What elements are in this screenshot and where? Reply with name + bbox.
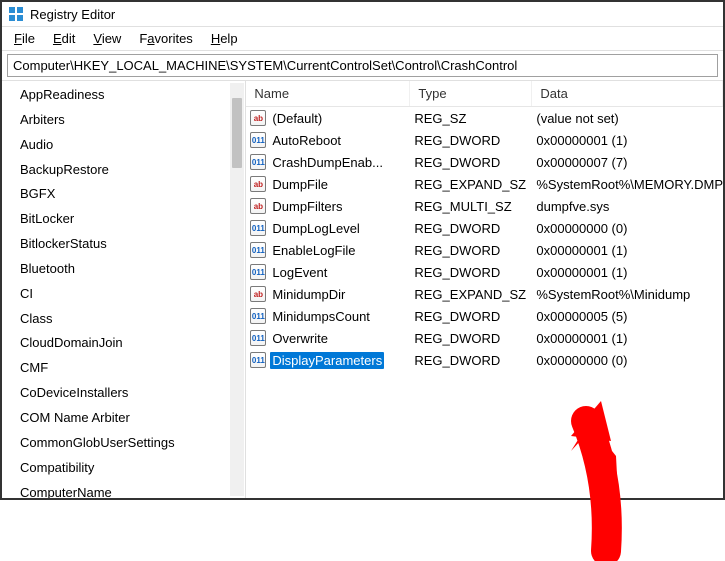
list-row[interactable]: ab(Default) REG_SZ(value not set) (246, 107, 723, 129)
value-name: Overwrite (270, 330, 330, 347)
tree-item[interactable]: ComputerName (2, 481, 245, 499)
value-name: DumpLogLevel (270, 220, 361, 237)
value-data: %SystemRoot%\Minidump (532, 287, 723, 302)
tree-item[interactable]: BGFX (2, 182, 245, 207)
tree-view[interactable]: AppReadinessArbitersAudioBackupRestoreBG… (2, 81, 246, 498)
binary-value-icon: 011 (250, 264, 266, 280)
string-value-icon: ab (250, 110, 266, 126)
list-row[interactable]: 011Overwrite REG_DWORD0x00000001 (1) (246, 327, 723, 349)
value-data: 0x00000001 (1) (532, 331, 723, 346)
value-type: REG_DWORD (410, 133, 532, 148)
binary-value-icon: 011 (250, 220, 266, 236)
list-row[interactable]: 011DisplayParameters REG_DWORD0x00000000 … (246, 349, 723, 371)
binary-value-icon: 011 (250, 330, 266, 346)
menubar: File Edit View Favorites Help (2, 27, 723, 50)
tree-item[interactable]: BackupRestore (2, 158, 245, 183)
tree-item[interactable]: COM Name Arbiter (2, 406, 245, 431)
value-type: REG_DWORD (410, 265, 532, 280)
tree-item[interactable]: CMF (2, 356, 245, 381)
value-name: DumpFilters (270, 198, 344, 215)
list-row[interactable]: abDumpFile REG_EXPAND_SZ%SystemRoot%\MEMO… (246, 173, 723, 195)
tree-item[interactable]: CloudDomainJoin (2, 331, 245, 356)
value-type: REG_DWORD (410, 353, 532, 368)
address-input[interactable] (7, 54, 718, 77)
binary-value-icon: 011 (250, 242, 266, 258)
tree-item[interactable]: AppReadiness (2, 83, 245, 108)
titlebar: Registry Editor (2, 2, 723, 27)
value-data: 0x00000001 (1) (532, 265, 723, 280)
value-data: (value not set) (532, 111, 723, 126)
list-row[interactable]: 011LogEvent REG_DWORD0x00000001 (1) (246, 261, 723, 283)
tree-item[interactable]: BitLocker (2, 207, 245, 232)
list-row[interactable]: 011CrashDumpEnab... REG_DWORD0x00000007 (… (246, 151, 723, 173)
binary-value-icon: 011 (250, 352, 266, 368)
list-row[interactable]: 011DumpLogLevel REG_DWORD0x00000000 (0) (246, 217, 723, 239)
column-header-data[interactable]: Data (532, 81, 723, 106)
list-row[interactable]: 011EnableLogFile REG_DWORD0x00000001 (1) (246, 239, 723, 261)
value-name: MinidumpsCount (270, 308, 372, 325)
value-type: REG_DWORD (410, 221, 532, 236)
list-row[interactable]: abDumpFilters REG_MULTI_SZdumpfve.sys (246, 195, 723, 217)
value-data: 0x00000000 (0) (532, 353, 723, 368)
list-row[interactable]: 011MinidumpsCount REG_DWORD0x00000005 (5) (246, 305, 723, 327)
list-body[interactable]: ab(Default)REG_SZ(value not set)011AutoR… (246, 107, 723, 498)
main-split: AppReadinessArbitersAudioBackupRestoreBG… (2, 81, 723, 498)
window-title: Registry Editor (30, 7, 115, 22)
tree-item[interactable]: Compatibility (2, 456, 245, 481)
value-type: REG_DWORD (410, 155, 532, 170)
tree-scrollbar[interactable] (230, 83, 244, 496)
string-value-icon: ab (250, 286, 266, 302)
binary-value-icon: 011 (250, 308, 266, 324)
value-name: EnableLogFile (270, 242, 357, 259)
value-name: (Default) (270, 110, 324, 127)
value-data: 0x00000007 (7) (532, 155, 723, 170)
addressbar (2, 50, 723, 81)
value-type: REG_EXPAND_SZ (410, 177, 532, 192)
value-type: REG_DWORD (410, 331, 532, 346)
list-row[interactable]: 011AutoReboot REG_DWORD0x00000001 (1) (246, 129, 723, 151)
binary-value-icon: 011 (250, 132, 266, 148)
tree-scrollbar-thumb[interactable] (232, 98, 242, 168)
value-type: REG_DWORD (410, 243, 532, 258)
value-data: 0x00000000 (0) (532, 221, 723, 236)
column-header-type[interactable]: Type (410, 81, 532, 106)
menu-file[interactable]: File (6, 29, 43, 48)
menu-edit[interactable]: Edit (45, 29, 83, 48)
list-row[interactable]: abMinidumpDir REG_EXPAND_SZ%SystemRoot%\M… (246, 283, 723, 305)
value-name: MinidumpDir (270, 286, 347, 303)
tree-item[interactable]: CoDeviceInstallers (2, 381, 245, 406)
menu-help[interactable]: Help (203, 29, 246, 48)
menu-favorites[interactable]: Favorites (131, 29, 200, 48)
value-name: DumpFile (270, 176, 330, 193)
app-icon (8, 6, 24, 22)
tree-item[interactable]: Audio (2, 133, 245, 158)
column-header-name[interactable]: Name (246, 81, 410, 106)
string-value-icon: ab (250, 198, 266, 214)
value-data: 0x00000005 (5) (532, 309, 723, 324)
value-data: 0x00000001 (1) (532, 243, 723, 258)
value-name: AutoReboot (270, 132, 343, 149)
value-type: REG_EXPAND_SZ (410, 287, 532, 302)
value-data: %SystemRoot%\MEMORY.DMP (532, 177, 723, 192)
tree-item[interactable]: CI (2, 282, 245, 307)
list-view[interactable]: Name Type Data ab(Default)REG_SZ(value n… (246, 81, 723, 498)
tree-item[interactable]: Arbiters (2, 108, 245, 133)
list-header[interactable]: Name Type Data (246, 81, 723, 107)
value-data: dumpfve.sys (532, 199, 723, 214)
value-name: DisplayParameters (270, 352, 384, 369)
value-data: 0x00000001 (1) (532, 133, 723, 148)
menu-view[interactable]: View (85, 29, 129, 48)
value-name: CrashDumpEnab... (270, 154, 385, 171)
binary-value-icon: 011 (250, 154, 266, 170)
value-name: LogEvent (270, 264, 329, 281)
tree-item[interactable]: Bluetooth (2, 257, 245, 282)
tree-item[interactable]: Class (2, 307, 245, 332)
string-value-icon: ab (250, 176, 266, 192)
value-type: REG_DWORD (410, 309, 532, 324)
tree-item[interactable]: BitlockerStatus (2, 232, 245, 257)
tree-item[interactable]: CommonGlobUserSettings (2, 431, 245, 456)
value-type: REG_SZ (410, 111, 532, 126)
value-type: REG_MULTI_SZ (410, 199, 532, 214)
